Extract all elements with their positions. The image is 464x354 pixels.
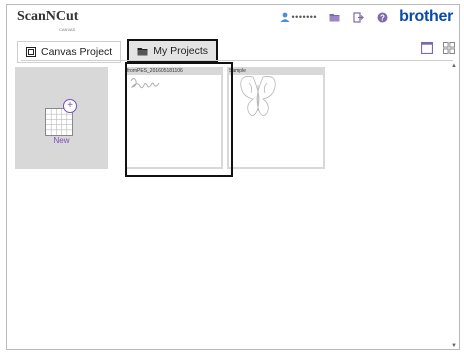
tab-label: My Projects <box>153 45 209 57</box>
app-window: ScanNCut CANVAS ••••••• ? brother Canvas… <box>6 4 460 350</box>
single-view-icon[interactable] <box>420 41 434 59</box>
user-name: ••••••• <box>291 12 318 22</box>
folder-icon[interactable] <box>327 10 341 24</box>
view-toggle <box>420 41 455 59</box>
brother-logo: brother <box>399 8 453 25</box>
logout-icon[interactable] <box>351 10 365 24</box>
scanncut-logo[interactable]: ScanNCut <box>17 9 78 25</box>
folder-icon <box>137 48 148 56</box>
tab-label: Canvas Project <box>41 46 113 58</box>
scroll-up-icon[interactable]: ▲ <box>450 63 458 69</box>
vertical-scrollbar[interactable]: ▲ ▼ <box>450 63 458 349</box>
project-tile[interactable]: Sample <box>227 67 325 169</box>
butterfly-icon <box>240 76 276 116</box>
svg-text:?: ? <box>380 13 385 22</box>
new-label: New <box>53 136 70 145</box>
logo-subtitle: CANVAS <box>59 27 76 32</box>
header-bar: ScanNCut CANVAS ••••••• ? brother <box>7 5 459 33</box>
new-project-tile[interactable]: + New <box>15 67 108 169</box>
grid-view-icon[interactable] <box>443 41 455 59</box>
help-icon[interactable]: ? <box>375 10 389 24</box>
user-menu[interactable]: ••••••• <box>280 12 318 22</box>
selection-highlight <box>125 62 233 177</box>
canvas-icon <box>26 47 36 57</box>
logo-text: ScanNCut <box>17 9 79 24</box>
scroll-down-icon[interactable]: ▼ <box>450 343 458 349</box>
project-thumbnail <box>229 75 323 167</box>
user-icon <box>280 12 290 22</box>
add-icon: + <box>63 99 77 113</box>
header-actions: ••••••• ? brother <box>280 8 453 25</box>
